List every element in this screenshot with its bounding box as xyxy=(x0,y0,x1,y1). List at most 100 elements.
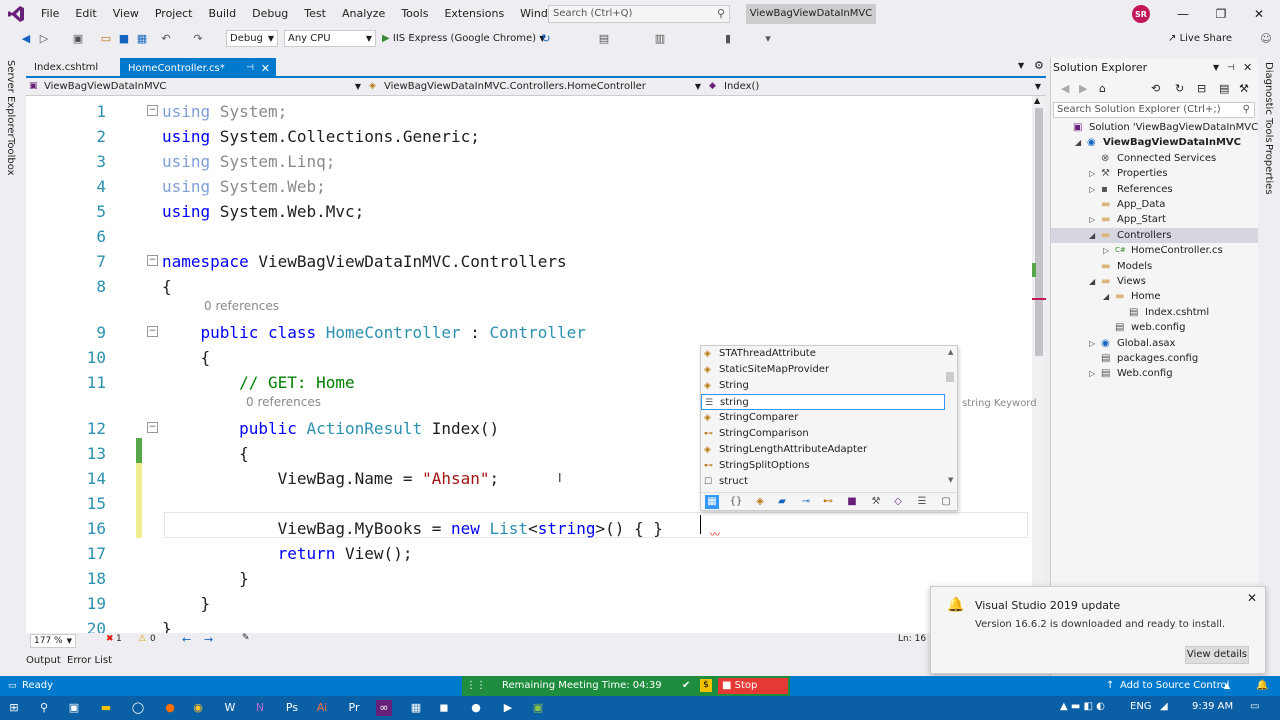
source-control-button[interactable]: Add to Source Control xyxy=(1120,676,1229,696)
windows-start-icon[interactable]: ⊞ xyxy=(6,700,22,716)
filter-type-params-icon[interactable]: ◇ xyxy=(891,495,905,509)
pin-icon[interactable]: ⊣ xyxy=(1227,58,1235,78)
expand-arrow-icon[interactable]: ▷ xyxy=(1089,166,1095,181)
collapse-region-icon[interactable]: − xyxy=(147,105,158,116)
menu-analyze[interactable]: Analyze xyxy=(334,0,393,28)
filter-classes-icon[interactable]: ◈ xyxy=(753,495,767,509)
completion-scroll-up-icon[interactable]: ▲ xyxy=(948,348,953,356)
refresh-icon[interactable]: ↻ xyxy=(538,31,554,47)
close-window-icon[interactable]: ✕ xyxy=(1240,0,1278,28)
code-line[interactable]: 9 − public class HomeController : Control… xyxy=(26,320,1032,345)
codelens-references[interactable]: 0 references xyxy=(204,298,279,314)
input-language[interactable]: ENG xyxy=(1130,701,1152,712)
code-line[interactable]: 1 − using System; xyxy=(26,99,1032,124)
file-explorer-icon[interactable]: ▬ xyxy=(98,700,114,716)
search-icon[interactable]: ⚲ xyxy=(36,700,52,716)
error-count-icon[interactable]: ✖ xyxy=(106,634,114,644)
properties-tab[interactable]: Properties xyxy=(1263,144,1274,195)
menu-project[interactable]: Project xyxy=(147,0,201,28)
new-project-icon[interactable]: ▣ xyxy=(70,31,86,47)
filter-delegates-icon[interactable]: ■ xyxy=(845,495,859,509)
tree-item[interactable]: ▬ Models xyxy=(1051,259,1259,274)
camera-icon[interactable]: ◼ xyxy=(436,700,452,716)
solution-search-input[interactable]: Search Solution Explorer (Ctrl+;) ⚲ xyxy=(1053,102,1255,118)
word-icon[interactable]: W xyxy=(222,700,238,716)
tree-item[interactable]: ◢ ▬ Controllers xyxy=(1051,227,1259,243)
tree-item[interactable]: ▷ C# HomeController.cs xyxy=(1051,243,1259,258)
collapse-arrow-icon[interactable]: ◢ xyxy=(1089,274,1095,289)
bookmark-icon[interactable]: ▮ xyxy=(720,31,736,47)
tree-item[interactable]: ▤ packages.config xyxy=(1051,351,1259,366)
next-issue-icon[interactable]: → xyxy=(204,633,213,646)
settings-gear-icon[interactable]: ⚙ xyxy=(1034,59,1044,72)
collapse-arrow-icon[interactable]: ◢ xyxy=(1089,228,1095,243)
collapse-region-icon[interactable]: − xyxy=(147,422,158,433)
tree-item[interactable]: ▷ ◉ Global.asax xyxy=(1051,336,1259,351)
completion-item[interactable]: ◈ String xyxy=(701,378,945,394)
zoom-select[interactable]: 177 % ▼ xyxy=(30,634,76,648)
forward-icon[interactable]: ▶ xyxy=(1079,82,1087,95)
editor-vertical-scrollbar[interactable]: ▲ xyxy=(1032,96,1046,633)
open-folder-icon[interactable]: ▭ xyxy=(98,31,114,47)
expand-arrow-icon[interactable]: ▷ xyxy=(1089,182,1095,197)
completion-scroll-thumb[interactable] xyxy=(946,372,954,382)
wifi-icon[interactable]: ◢ xyxy=(1160,701,1168,712)
code-line[interactable]: 3 using System.Linq; xyxy=(26,149,1032,174)
dollar-icon[interactable]: $ xyxy=(700,679,712,692)
tab-overflow-icon[interactable]: ▼ xyxy=(1018,61,1024,70)
codelens-references[interactable]: 0 references xyxy=(246,394,321,410)
tree-item[interactable]: ▤ web.config xyxy=(1051,320,1259,335)
live-share-button[interactable]: ↗ Live Share xyxy=(1168,30,1232,48)
completion-item[interactable]: ⊷ StringComparison xyxy=(701,426,945,442)
menu-file[interactable]: File xyxy=(33,0,67,28)
completion-scroll-down-icon[interactable]: ▼ xyxy=(948,476,953,484)
expand-arrow-icon[interactable]: ▷ xyxy=(1089,212,1095,227)
terminal-icon[interactable]: ▣ xyxy=(530,700,546,716)
wrench-icon[interactable]: ⚒ xyxy=(1239,82,1249,95)
filter-all-icon[interactable]: ▦ xyxy=(705,495,719,509)
completion-item[interactable]: ⊷ StringSplitOptions xyxy=(701,458,945,474)
feedback-icon[interactable]: ☺ xyxy=(1258,31,1274,47)
start-debugging-button[interactable]: ▶ IIS Express (Google Chrome) ▼ xyxy=(382,30,545,48)
chevron-up-icon[interactable]: ▲ xyxy=(1224,676,1230,696)
class-select[interactable]: ◈ ViewBagViewDataInMVC.Controllers.HomeC… xyxy=(366,79,704,95)
scrollbar-thumb[interactable] xyxy=(1035,108,1043,356)
cortana-icon[interactable]: ◯ xyxy=(130,700,146,716)
completion-item[interactable]: ◈ StaticSiteMapProvider xyxy=(701,362,945,378)
code-line[interactable]: 7 − namespace ViewBagViewDataInMVC.Control… xyxy=(26,249,1032,274)
minimize-icon[interactable]: — xyxy=(1164,0,1202,28)
expand-arrow-icon[interactable]: ▷ xyxy=(1089,336,1095,351)
layout-icon[interactable]: ▥ xyxy=(652,31,668,47)
completion-item[interactable]: ◈ STAThreadAttribute xyxy=(701,346,945,362)
completion-item[interactable]: ◈ StringLengthAttributeAdapter xyxy=(701,442,945,458)
code-line[interactable]: 18 } xyxy=(26,566,1032,591)
zoom-icon[interactable]: ▶ xyxy=(500,700,516,716)
menu-extensions[interactable]: Extensions xyxy=(436,0,512,28)
code-line[interactable]: 16 ViewBag.MyBooks = new List<string>() … xyxy=(26,516,1032,541)
filter-keywords-icon[interactable]: ☰ xyxy=(915,495,929,509)
code-line[interactable]: 2 using System.Collections.Generic; xyxy=(26,124,1032,149)
action-center-icon[interactable]: ▭ xyxy=(1250,701,1259,712)
code-line[interactable]: 6 xyxy=(26,224,1032,249)
search-input[interactable]: Search (Ctrl+Q) ⚲ xyxy=(548,5,730,23)
tree-item[interactable]: ▷ ▪ References xyxy=(1051,182,1259,197)
previous-issue-icon[interactable]: ← xyxy=(182,633,191,646)
firefox-icon[interactable]: ● xyxy=(162,700,178,716)
notifications-bell-icon[interactable]: 🔔 xyxy=(1256,676,1268,696)
chrome-icon[interactable]: ◉ xyxy=(190,700,206,716)
menu-test[interactable]: Test xyxy=(296,0,334,28)
tree-item[interactable]: ◢ ▬ Views xyxy=(1051,274,1259,289)
member-select[interactable]: ◆ Index() ▼ xyxy=(706,79,1044,95)
show-all-files-icon[interactable]: ▤ xyxy=(1219,82,1229,95)
brush-icon[interactable]: ✎ xyxy=(242,633,250,643)
back-icon[interactable]: ◀ xyxy=(1061,82,1069,95)
clock[interactable]: 9:39 AM xyxy=(1192,701,1233,712)
tree-item[interactable]: ▤ Index.cshtml xyxy=(1051,305,1259,320)
menu-build[interactable]: Build xyxy=(200,0,244,28)
tree-item[interactable]: ▷ ⚒ Properties xyxy=(1051,166,1259,181)
tree-item[interactable]: ▷ ▤ Web.config xyxy=(1051,366,1259,381)
tab-homecontroller-cs[interactable]: HomeController.cs* ⊣ ✕ xyxy=(120,58,276,77)
browser-link-icon[interactable]: ▤ xyxy=(596,31,612,47)
home-icon[interactable]: ⌂ xyxy=(1099,82,1106,95)
platform-select[interactable]: Any CPU ▼ xyxy=(284,30,376,47)
